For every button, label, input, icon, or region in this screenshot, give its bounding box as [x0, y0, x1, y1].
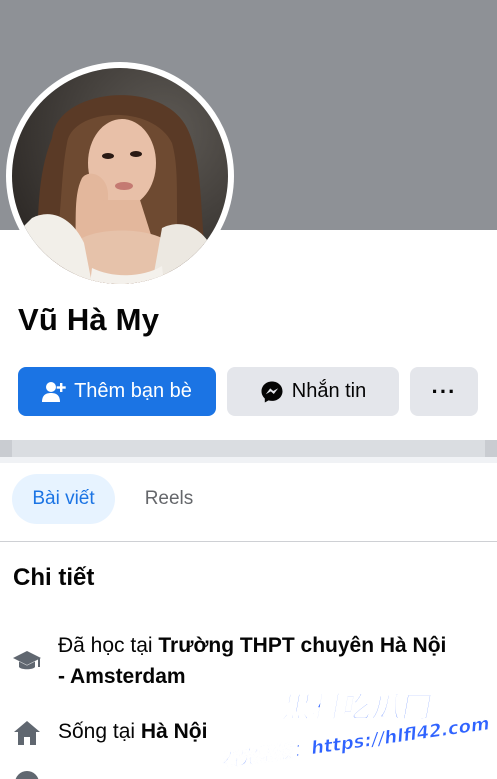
add-friend-button[interactable]: Thêm bạn bè	[18, 367, 216, 416]
avatar[interactable]	[12, 68, 228, 284]
message-button[interactable]: Nhắn tin	[227, 367, 399, 416]
hometown-prefix: Sống tại	[58, 720, 141, 743]
tab-reels[interactable]: Reels	[128, 474, 210, 524]
add-friend-label: Thêm bạn bè	[74, 380, 192, 402]
profile-name: Vũ Hà My	[18, 302, 160, 337]
education-prefix: Đã học tại	[58, 634, 159, 657]
graduation-cap-icon	[12, 646, 42, 676]
section-divider-inner	[12, 440, 485, 457]
tab-posts[interactable]: Bài viết	[12, 474, 115, 524]
message-label: Nhắn tin	[291, 380, 367, 402]
profile-photo	[12, 68, 228, 284]
profile-tabs: Bài viết Reels	[0, 474, 497, 526]
messenger-icon	[260, 380, 284, 404]
more-icon: ···	[431, 378, 457, 404]
location-icon	[12, 768, 42, 779]
watermark: 黑料吃瓜网 看完整版：https://hlfl42.com	[221, 682, 491, 774]
tabs-separator	[0, 541, 497, 542]
more-options-button[interactable]: ···	[410, 367, 478, 416]
hometown-city[interactable]: Hà Nội	[141, 720, 208, 743]
home-icon	[12, 718, 42, 748]
section-gap	[0, 457, 497, 463]
details-title: Chi tiết	[13, 564, 95, 591]
add-friend-icon	[42, 381, 66, 403]
